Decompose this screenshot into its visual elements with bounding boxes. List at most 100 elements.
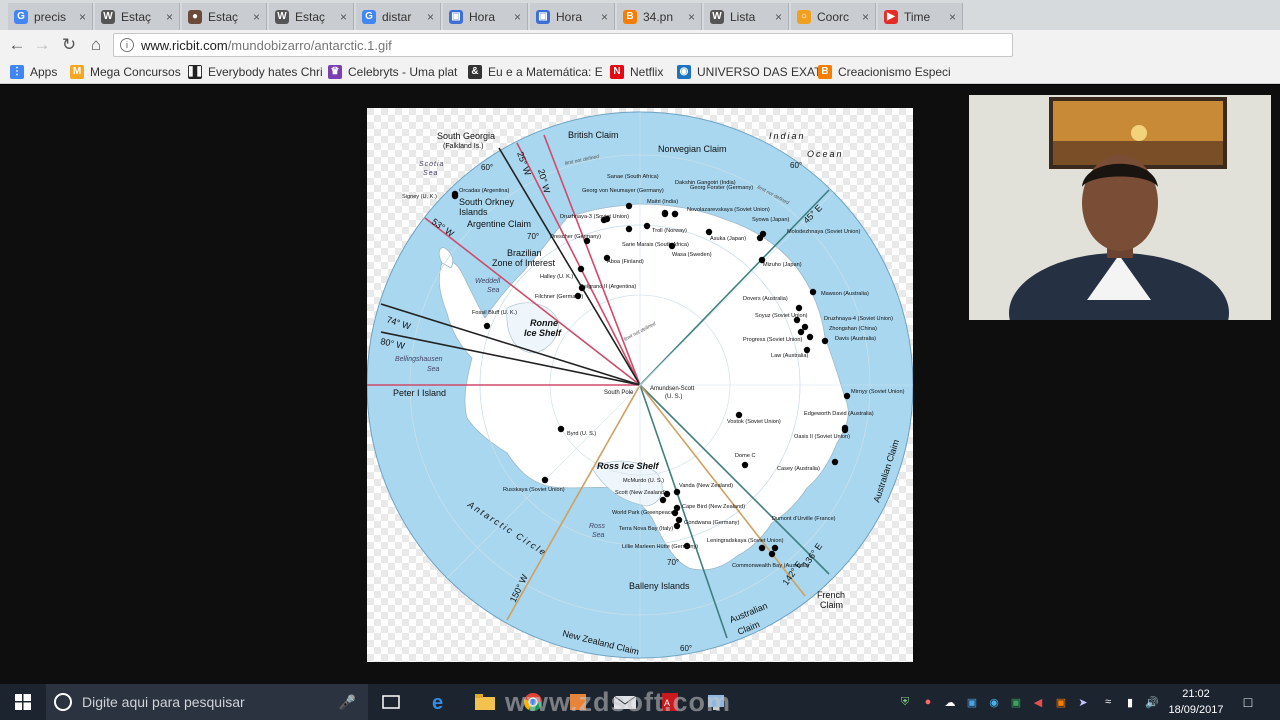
- close-tab-icon[interactable]: ×: [688, 10, 695, 24]
- close-tab-icon[interactable]: ×: [79, 10, 86, 24]
- task-view-icon[interactable]: [378, 690, 404, 714]
- wifi-icon[interactable]: ≈: [1100, 694, 1116, 710]
- tab-4[interactable]: Gdistar ×: [356, 3, 441, 30]
- label-french-2: Claim: [820, 600, 843, 610]
- reload-icon[interactable]: ↻: [58, 34, 80, 56]
- station-marker: [483, 322, 491, 330]
- close-tab-icon[interactable]: ×: [949, 10, 956, 24]
- tab-8[interactable]: W Lista ×: [704, 3, 789, 30]
- notifications-icon[interactable]: □: [1240, 694, 1256, 710]
- station-marker: [795, 304, 803, 312]
- bookmark-label: Creacionismo Especi: [838, 64, 951, 79]
- tab-2[interactable]: ● Estaç ×: [182, 3, 267, 30]
- station-label: McMurdo (U. S.): [623, 478, 664, 484]
- system-clock[interactable]: 21:02 18/09/2017: [1166, 686, 1226, 718]
- bookmark-4[interactable]: & Eu e a Matemática: E: [468, 63, 603, 80]
- webcam-feed: [969, 95, 1271, 320]
- shield-icon[interactable]: ⛨: [897, 694, 913, 710]
- start-button[interactable]: [0, 684, 46, 720]
- label-amundsen-1: Amundsen-Scott: [650, 386, 695, 392]
- station-label: Novolazarevskaya (Soviet Union): [687, 207, 770, 213]
- tray-app-icon-1[interactable]: ▣: [964, 694, 980, 710]
- station-marker: [541, 476, 549, 484]
- tab-5[interactable]: ▣ Hora ×: [443, 3, 528, 30]
- back-icon[interactable]: ←: [6, 34, 28, 56]
- station-marker: [801, 323, 809, 331]
- label-amundsen-2: (U. S.): [665, 394, 682, 400]
- browser-toolbar: ← → ↻ ⌂ i www.ricbit.com/mundobizarro/an…: [0, 30, 1280, 59]
- record-icon[interactable]: ●: [920, 694, 936, 710]
- tray-app-icon-5[interactable]: ▣: [1053, 694, 1069, 710]
- google-icon: G: [14, 9, 28, 24]
- station-label: Halley (U. K.): [540, 274, 573, 280]
- tab-label: Hora: [556, 9, 583, 24]
- label-south-georgia: South Georgia: [437, 131, 495, 141]
- address-bar[interactable]: i www.ricbit.com/mundobizarro/antarctic.…: [113, 33, 1013, 57]
- station-label: Filchner (Germany): [535, 294, 583, 300]
- station-marker: [668, 242, 676, 250]
- watermark-text: www.zdsoft.com: [505, 686, 732, 717]
- label-brazilian-2: Zone of Interest: [492, 258, 556, 268]
- bookmark-7[interactable]: B Creacionismo Especi: [818, 63, 951, 80]
- close-tab-icon[interactable]: ×: [253, 10, 260, 24]
- bookmark-5[interactable]: N Netflix: [610, 63, 663, 80]
- label-lat60-b: 60°: [790, 161, 802, 170]
- tab-10[interactable]: ▶ Time ×: [878, 3, 963, 30]
- onedrive-icon[interactable]: ☁: [942, 694, 958, 710]
- tab-3[interactable]: W Estaç ×: [269, 3, 354, 30]
- station-label: Leningradskaya (Soviet Union): [707, 538, 784, 544]
- bookmark-1[interactable]: M Mega Concursos: [70, 63, 181, 80]
- bookmark-2[interactable]: ❚❚ Everybody hates Chri: [186, 63, 323, 80]
- tab-7[interactable]: B 34.pn ×: [617, 3, 702, 30]
- volume-icon[interactable]: 🔊: [1144, 694, 1160, 710]
- bookmark-0[interactable]: ⋮ Apps: [10, 63, 57, 80]
- forward-icon[interactable]: →: [31, 34, 53, 56]
- tray-app-icon-6[interactable]: ➤: [1075, 694, 1091, 710]
- label-french-1: French: [817, 590, 845, 600]
- close-tab-icon[interactable]: ×: [601, 10, 608, 24]
- station-label: Mawson (Australia): [821, 291, 869, 297]
- microphone-icon[interactable]: 🎤: [339, 694, 356, 711]
- label-bellingshausen-1: Bellingshausen: [395, 356, 443, 363]
- tab-1[interactable]: W Estaç ×: [95, 3, 180, 30]
- home-icon[interactable]: ⌂: [85, 34, 107, 56]
- edge-icon[interactable]: e: [427, 690, 453, 714]
- youtube-icon: ▶: [884, 9, 898, 24]
- station-label: Vostok (Soviet Union): [727, 419, 781, 425]
- info-icon[interactable]: i: [120, 38, 134, 52]
- tray-app-icon-3[interactable]: ▣: [1008, 694, 1024, 710]
- tab-0[interactable]: Gprecis ×: [8, 3, 93, 30]
- bookmark-label: Netflix: [630, 64, 664, 79]
- file-explorer-icon[interactable]: [472, 690, 498, 714]
- close-tab-icon[interactable]: ×: [775, 10, 782, 24]
- tab-9[interactable]: ○ Coorc ×: [791, 3, 876, 30]
- label-lat60-c: 60°: [680, 644, 692, 653]
- battery-icon[interactable]: ▮: [1122, 694, 1138, 710]
- close-tab-icon[interactable]: ×: [862, 10, 869, 24]
- bookmark-3[interactable]: ♛ Celebryts - Uma plat: [328, 63, 457, 80]
- close-tab-icon[interactable]: ×: [514, 10, 521, 24]
- blogger-icon: B: [623, 9, 637, 24]
- url-host: www.ricbit.com: [141, 37, 228, 53]
- station-marker: [451, 190, 459, 198]
- close-tab-icon[interactable]: ×: [427, 10, 434, 24]
- station-label: Dome C: [735, 453, 756, 459]
- tray-app-icon-2[interactable]: ◉: [986, 694, 1002, 710]
- blogger-icon: B: [818, 64, 832, 79]
- station-marker: [831, 458, 839, 466]
- close-tab-icon[interactable]: ×: [166, 10, 173, 24]
- station-label: Gondwana (Germany): [684, 520, 739, 526]
- station-label: Drescher (Germany): [550, 234, 601, 240]
- label-british-claim: British Claim: [568, 130, 619, 140]
- station-label: Georg Forster (Germany): [690, 185, 753, 191]
- close-tab-icon[interactable]: ×: [340, 10, 347, 24]
- pause-icon: ❚❚: [186, 64, 204, 79]
- tab-6[interactable]: ▣ Hora ×: [530, 3, 615, 30]
- tab-label: Estaç: [295, 9, 326, 24]
- bookmark-label: Everybody hates Chri: [208, 64, 323, 79]
- tray-app-icon-4[interactable]: ◀: [1030, 694, 1046, 710]
- label-falkland: (Falkland Is.): [443, 143, 483, 150]
- station-marker: [643, 222, 651, 230]
- taskbar-search[interactable]: Digite aqui para pesquisar 🎤: [46, 684, 368, 720]
- bookmark-6[interactable]: ◉ UNIVERSO DAS EXAT: [677, 63, 821, 80]
